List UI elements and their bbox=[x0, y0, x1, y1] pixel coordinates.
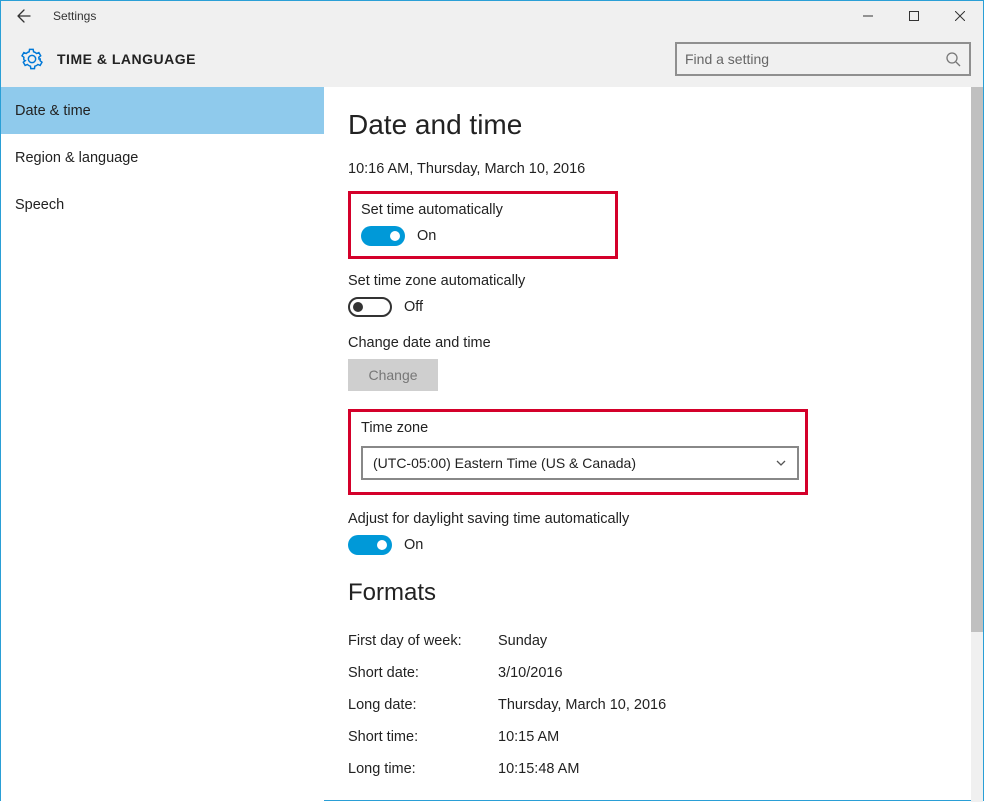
category-title: TIME & LANGUAGE bbox=[57, 51, 196, 67]
main-pane: Date and time 10:16 AM, Thursday, March … bbox=[324, 87, 983, 795]
formats-row: Long date: Thursday, March 10, 2016 bbox=[348, 689, 953, 721]
close-icon bbox=[955, 11, 965, 21]
formats-row: Short time: 10:15 AM bbox=[348, 721, 953, 753]
gear-icon bbox=[21, 48, 43, 70]
back-button[interactable] bbox=[1, 1, 47, 31]
timezone-dropdown[interactable]: (UTC-05:00) Eastern Time (US & Canada) bbox=[361, 446, 799, 480]
formats-val: 10:15:48 AM bbox=[498, 761, 579, 777]
change-dt-label: Change date and time bbox=[348, 335, 953, 351]
page-title: Date and time bbox=[348, 109, 953, 141]
set-tz-auto-state: Off bbox=[404, 299, 423, 315]
sidebar-item-speech[interactable]: Speech bbox=[1, 181, 324, 228]
highlight-set-time-auto: Set time automatically On bbox=[348, 191, 618, 259]
formats-row: First day of week: Sunday bbox=[348, 625, 953, 657]
current-datetime: 10:16 AM, Thursday, March 10, 2016 bbox=[348, 161, 953, 177]
formats-table: First day of week: Sunday Short date: 3/… bbox=[348, 625, 953, 785]
change-button: Change bbox=[348, 359, 438, 391]
dst-label: Adjust for daylight saving time automati… bbox=[348, 511, 953, 527]
header-row: TIME & LANGUAGE bbox=[1, 31, 983, 87]
close-button[interactable] bbox=[937, 1, 983, 31]
formats-val: Thursday, March 10, 2016 bbox=[498, 697, 666, 713]
scrollbar-track[interactable] bbox=[971, 87, 983, 802]
set-tz-auto-toggle[interactable] bbox=[348, 297, 392, 317]
timezone-selected: (UTC-05:00) Eastern Time (US & Canada) bbox=[373, 455, 636, 471]
minimize-button[interactable] bbox=[845, 1, 891, 31]
timezone-label: Time zone bbox=[361, 420, 795, 436]
formats-title: Formats bbox=[348, 579, 953, 607]
formats-val: Sunday bbox=[498, 633, 547, 649]
maximize-icon bbox=[909, 11, 919, 21]
formats-key: Short time: bbox=[348, 729, 498, 745]
sidebar-item-label: Speech bbox=[15, 197, 64, 213]
sidebar-item-region-language[interactable]: Region & language bbox=[1, 134, 324, 181]
formats-key: Long date: bbox=[348, 697, 498, 713]
set-tz-auto-label: Set time zone automatically bbox=[348, 273, 953, 289]
highlight-timezone: Time zone (UTC-05:00) Eastern Time (US &… bbox=[348, 409, 808, 495]
formats-key: First day of week: bbox=[348, 633, 498, 649]
search-box[interactable] bbox=[675, 42, 971, 76]
formats-key: Long time: bbox=[348, 761, 498, 777]
search-icon bbox=[945, 51, 961, 67]
scrollbar-thumb[interactable] bbox=[971, 87, 983, 632]
window-title: Settings bbox=[53, 9, 96, 23]
dst-state: On bbox=[404, 537, 423, 553]
formats-key: Short date: bbox=[348, 665, 498, 681]
category-icon-wrap bbox=[13, 48, 51, 70]
dst-toggle[interactable] bbox=[348, 535, 392, 555]
sidebar-item-label: Date & time bbox=[15, 103, 91, 119]
formats-val: 3/10/2016 bbox=[498, 665, 563, 681]
back-arrow-icon bbox=[16, 8, 32, 24]
set-time-auto-state: On bbox=[417, 228, 436, 244]
sidebar: Date & time Region & language Speech bbox=[1, 87, 324, 802]
sidebar-item-date-time[interactable]: Date & time bbox=[1, 87, 324, 134]
formats-row: Short date: 3/10/2016 bbox=[348, 657, 953, 689]
maximize-button[interactable] bbox=[891, 1, 937, 31]
set-time-auto-label: Set time automatically bbox=[361, 202, 605, 218]
minimize-icon bbox=[863, 11, 873, 21]
formats-val: 10:15 AM bbox=[498, 729, 559, 745]
title-bar: Settings bbox=[1, 1, 983, 31]
chevron-down-icon bbox=[775, 457, 787, 469]
sidebar-item-label: Region & language bbox=[15, 150, 138, 166]
content-area: Date & time Region & language Speech Dat… bbox=[1, 87, 983, 802]
formats-row: Long time: 10:15:48 AM bbox=[348, 753, 953, 785]
set-time-auto-toggle[interactable] bbox=[361, 226, 405, 246]
main-pane-wrap: Date and time 10:16 AM, Thursday, March … bbox=[324, 87, 983, 802]
search-input[interactable] bbox=[685, 51, 939, 67]
